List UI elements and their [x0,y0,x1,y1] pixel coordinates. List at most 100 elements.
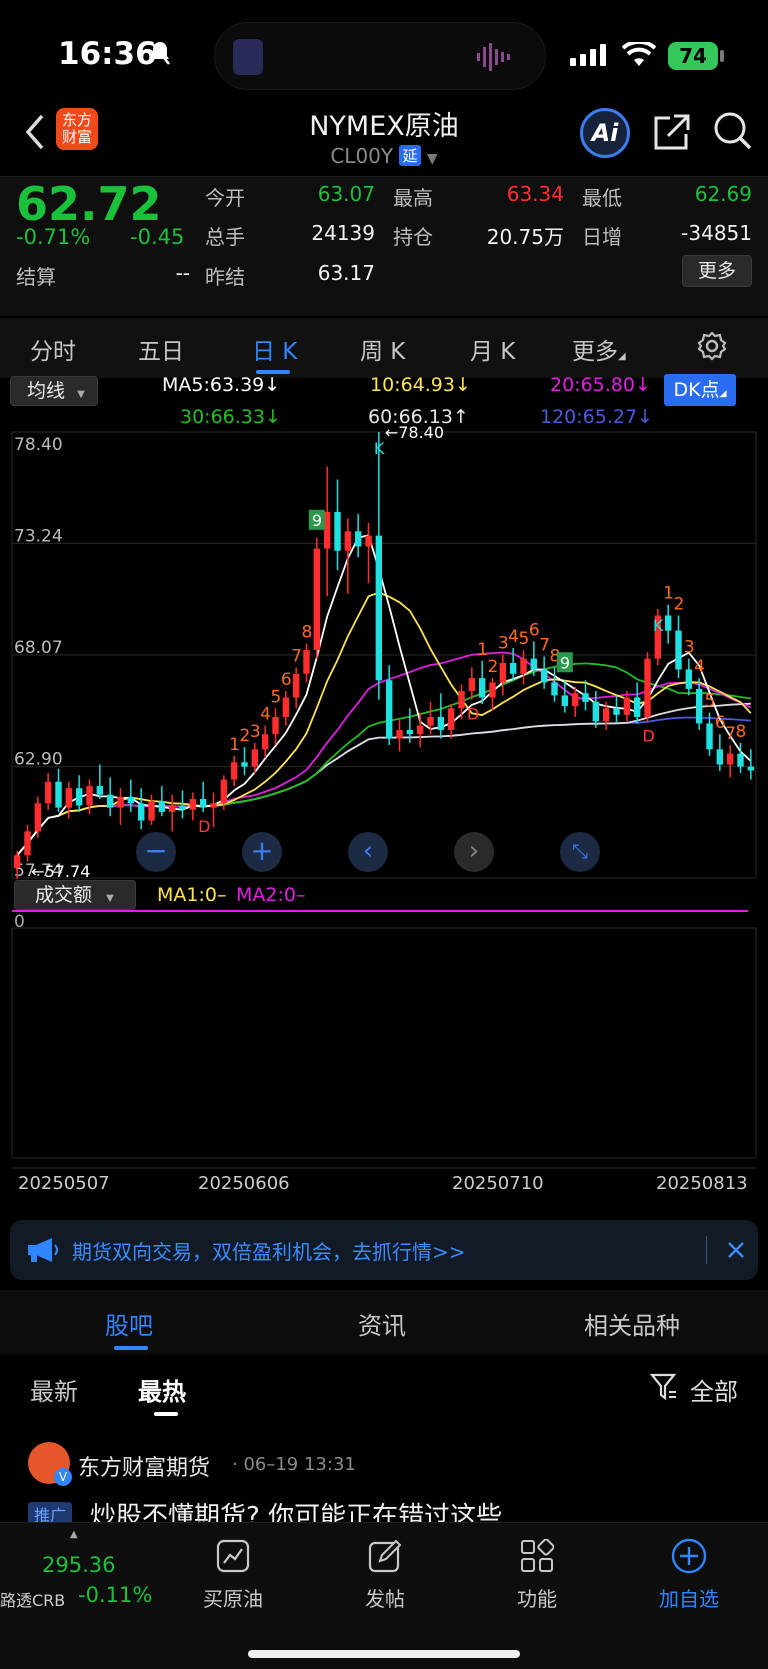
candle-body [220,779,228,804]
td-signal-number: 4 [508,627,519,647]
quote-panel: 62.72 -0.71% -0.45 结算 -- 今开 63.07 总手 241… [0,176,768,316]
ai-button[interactable]: Ai [580,108,630,158]
zoom-out-button[interactable]: − [136,832,176,872]
volume-zero-label: 0 [14,912,25,932]
td-signal-number: 1 [229,735,240,755]
post-item[interactable]: V 东方财富期货 · 06–19 13:31 推广 炒股不懂期货? 你可能正在错… [0,1424,768,1532]
post-author[interactable]: 东方财富期货 [78,1450,210,1482]
candle-body [468,678,476,692]
candle-body [685,669,693,689]
candle-body [230,762,238,780]
candle-body [695,688,703,724]
signal-icon [570,44,606,70]
candle-body [65,788,73,808]
candle-body [644,658,651,717]
candle-body [375,535,383,681]
candle-body [323,511,331,549]
ticker-widget[interactable]: ▲ 295.36 路透CRB -0.11% [0,1523,160,1633]
td-signal-number: 8 [736,722,747,742]
candle-body [179,805,186,810]
max-price-annotation: ←78.40 [385,423,444,442]
new-post-label: 发帖 [365,1587,405,1611]
close-icon[interactable] [726,1240,746,1264]
candle-body [282,697,290,717]
share-icon[interactable] [652,112,692,156]
kline-chart[interactable]: 78.4073.2468.0762.9057.741 2 3456789K123 4 5… [0,380,768,1210]
dropdown-caret-icon: ▼ [106,893,114,904]
y-tick-label: 68.07 [14,638,63,658]
td-signal-number: 5 [271,687,282,707]
grid-icon [520,1538,555,1577]
tab-monthly-k[interactable]: 月 K [470,332,515,366]
tab-guba[interactable]: 股吧 [105,1306,153,1341]
candle-body [633,697,641,717]
y-tick-label: 73.24 [14,526,63,546]
dynamic-island [214,22,546,90]
candle-body [168,805,176,812]
tab-intraday[interactable]: 分时 [30,332,76,366]
corner-caret-icon: ◢ [618,351,626,362]
td-signal-number: 5 [519,629,530,649]
volume-selector-label: 成交额 [35,884,93,906]
fullscreen-button[interactable]: ⤡ [560,832,600,872]
tab-more[interactable]: 更多◢ [572,332,626,366]
tab-daily-k[interactable]: 日 K [252,332,297,366]
candle-body [241,762,248,767]
ticker-value: 295.36 [42,1553,116,1577]
td-signal-number: 2 [488,657,499,677]
candle-body [272,716,279,735]
candle-body [396,729,403,739]
volume-panel-frame [11,927,757,1159]
tab-five-day[interactable]: 五日 [138,332,184,366]
ma30-line [16,662,751,856]
tab-more-label: 更多 [572,339,618,365]
volume-indicator-selector[interactable]: 成交额 ▼ [14,880,136,910]
td-signal-k: K [374,439,385,458]
bottom-action-bar: ▲ 295.36 路透CRB -0.11% 买原油 发帖 功能 加自选 [0,1522,768,1669]
post-time: · 06–19 13:31 [232,1454,356,1475]
tab-weekly-k[interactable]: 周 K [360,332,405,366]
x-tick-2: 20250606 [198,1173,290,1194]
sort-hot[interactable]: 最热 [138,1372,186,1407]
sort-latest[interactable]: 最新 [30,1372,78,1407]
candle-body [117,796,124,808]
candle-body [561,695,569,707]
kline-chart-area[interactable]: 均线 ▼ MA5:63.39↓ 10:64.93↓ 20:65.80↓ 30:6… [0,374,768,1210]
search-icon[interactable] [712,110,754,156]
ticker-name: 路透CRB [0,1591,66,1610]
open-interest-label: 持仓 [393,225,433,249]
sort-tabs: 最新 最热 全部 [0,1354,768,1424]
pan-right-button[interactable]: › [454,832,494,872]
settings-gear-icon[interactable] [696,330,728,366]
filter-icon[interactable] [649,1372,678,1406]
tab-news[interactable]: 资讯 [358,1306,406,1341]
tab-related[interactable]: 相关品种 [584,1306,680,1341]
low-label: 最低 [582,186,622,210]
waveform-icon [475,41,515,77]
clock: 16:36 [58,36,157,72]
pan-left-button[interactable]: ‹ [348,832,388,872]
promo-banner[interactable]: 期货双向交易，双倍盈利机会，去抓行情>> [10,1220,758,1280]
candle-body [520,658,527,674]
candle-body [158,801,166,812]
more-button[interactable]: 更多 [682,255,752,287]
ma10-line [16,591,752,856]
settle-value: -- [175,261,190,285]
candle-body [716,749,724,765]
candle-body [313,548,321,651]
candle-body [489,682,496,698]
candle-body [127,796,135,804]
candle-body [261,734,269,750]
candle-body [75,788,83,806]
section-tabs: 股吧 资讯 相关品种 [0,1290,768,1354]
td-signal-number: 6 [715,713,726,733]
open-label: 今开 [205,186,245,210]
candle-body [737,753,744,767]
d-mark: D [643,726,655,745]
candle-body [406,729,414,735]
td-signal-number: 4 [260,705,271,725]
filter-all[interactable]: 全部 [690,1372,738,1407]
zoom-in-button[interactable]: + [242,832,282,872]
candle-body [499,662,507,683]
candle-body [106,794,114,808]
